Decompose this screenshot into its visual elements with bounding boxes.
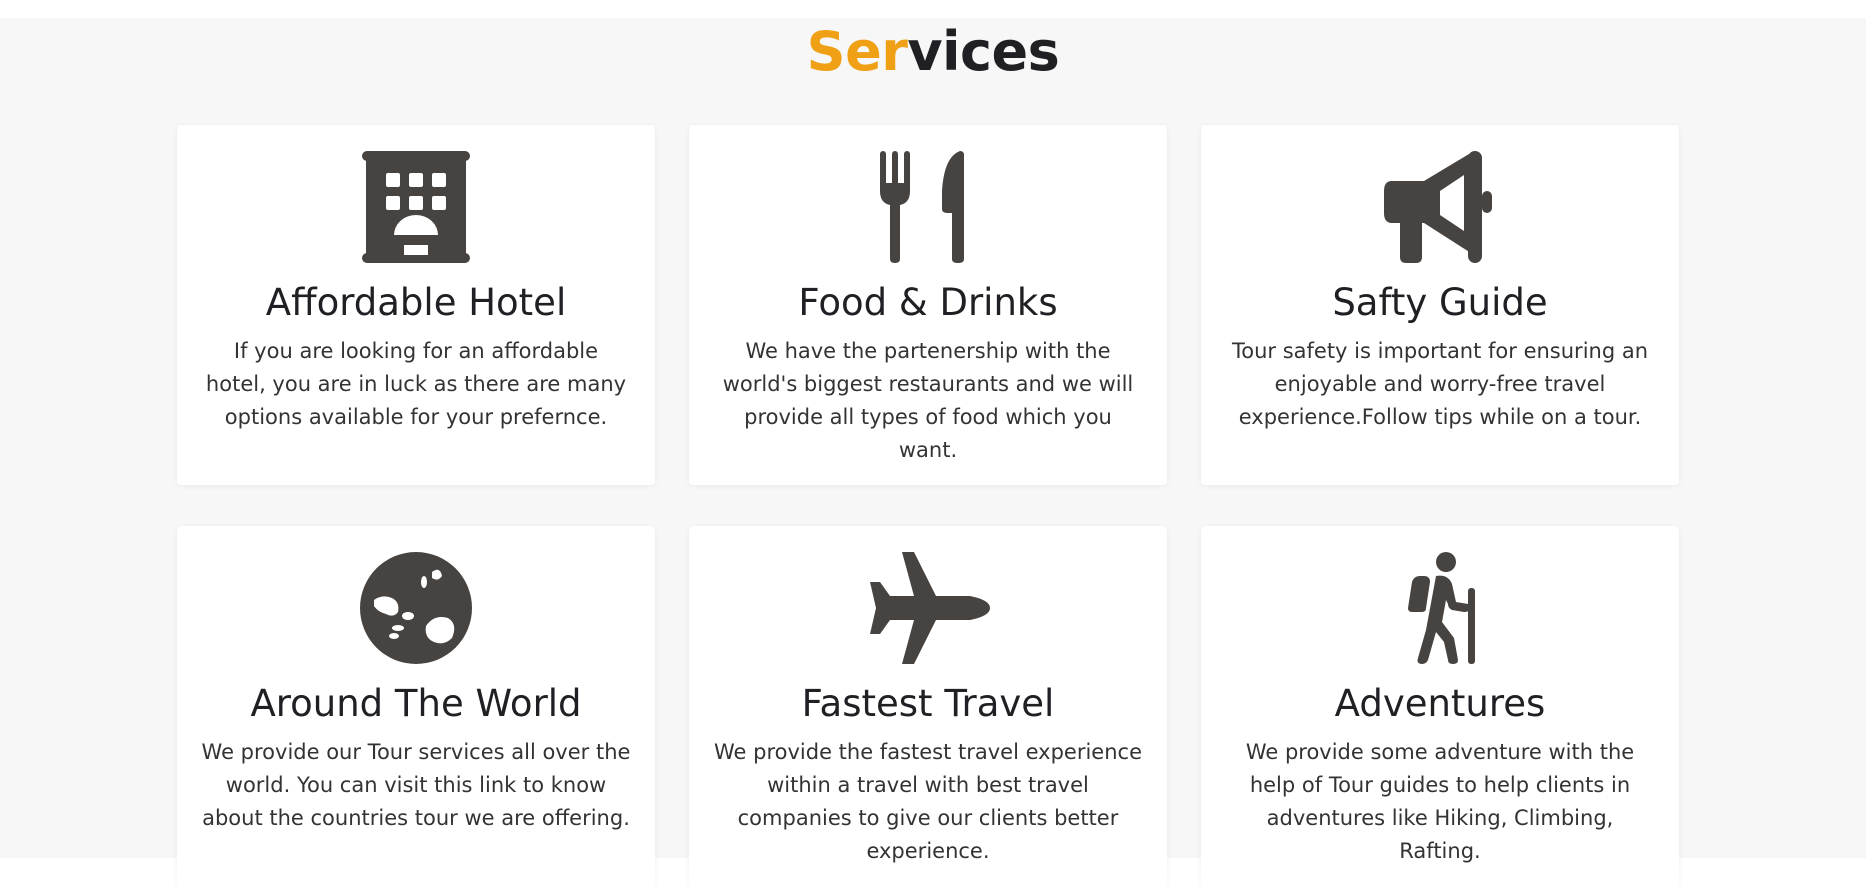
service-title: Safty Guide [1332,281,1548,324]
services-heading: Services [0,18,1866,86]
service-title: Food & Drinks [798,281,1058,324]
service-card-food: Food & Drinks We have the partenership w… [689,125,1167,485]
service-description: We provide the fastest travel experience… [714,740,1142,863]
service-title: Adventures [1334,682,1546,725]
hotel-icon [354,151,478,263]
service-card-world: Around The World We provide our Tour ser… [177,526,655,886]
service-card-adventures: Adventures We provide some adventure wit… [1201,526,1679,886]
service-card-hotel: Affordable Hotel If you are looking for … [177,125,655,485]
heading-rest: vices [907,20,1060,83]
utensils-icon [866,151,990,263]
services-grid: Affordable Hotel If you are looking for … [177,125,1679,886]
megaphone-icon [1378,151,1502,263]
service-title: Fastest Travel [801,682,1055,725]
service-description: We provide some adventure with the help … [1245,740,1635,863]
service-title: Around The World [250,682,582,725]
service-description: If you are looking for an affordable hot… [205,339,627,429]
hiker-icon [1378,552,1502,664]
service-card-safety: Safty Guide Tour safety is important for… [1201,125,1679,485]
service-description: Tour safety is important for ensuring an… [1231,339,1649,429]
plane-icon [866,552,990,664]
service-description: We have the partenership with the world'… [722,339,1134,462]
service-description: We provide our Tour services all over th… [201,740,631,830]
globe-icon [354,552,478,664]
service-title: Affordable Hotel [265,281,567,324]
heading-accent: Ser [806,20,908,83]
service-card-travel: Fastest Travel We provide the fastest tr… [689,526,1167,886]
